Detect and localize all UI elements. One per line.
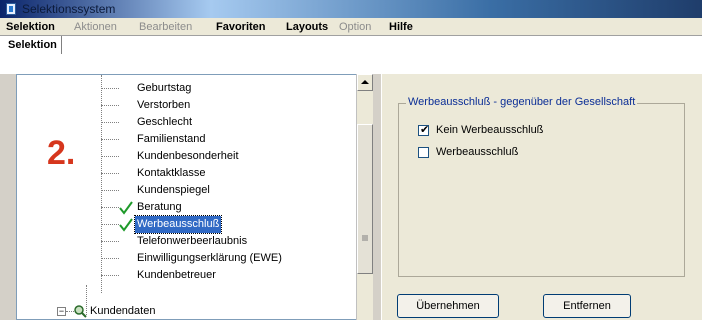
magnifier-icon [74,305,87,318]
tree-scrollbar[interactable] [356,74,373,320]
menu-layouts[interactable]: Layouts [286,21,328,33]
option-label: Werbeausschluß [436,146,519,158]
menu-hilfe[interactable]: Hilfe [389,21,413,33]
tree-guide-line [101,75,102,293]
checkmark-icon [119,201,133,215]
apply-button[interactable]: Übernehmen [397,294,499,318]
menu-bearbeiten[interactable]: Bearbeiten [139,21,192,33]
checkbox-checked[interactable]: ✔ [418,124,430,136]
scroll-up-button[interactable] [357,74,373,91]
arrow-up-icon [361,80,369,84]
collapse-toggle[interactable]: − [57,307,66,316]
menu-favoriten[interactable]: Favoriten [216,21,266,33]
tab-strip: Selektion [0,36,702,74]
app-icon [6,3,16,15]
menu-bar: Selektion Aktionen Bearbeiten Favoriten … [0,18,702,36]
window-title: Selektionssystem [22,2,116,16]
step-label: 2. [47,134,76,172]
selection-tree[interactable]: Geburtstag Verstorben Geschlecht Familie… [16,74,372,320]
grip-icon [362,235,368,241]
groupbox-title: Werbeausschluß - gegenüber der Gesellsch… [406,96,638,108]
scroll-thumb[interactable] [357,124,373,274]
menu-selektion[interactable]: Selektion [6,21,55,33]
menu-option[interactable]: Option [339,21,371,33]
tab-selektion[interactable]: Selektion [6,36,62,54]
checkmark-icon [119,218,133,232]
remove-button[interactable]: Entfernen [543,294,631,318]
menu-aktionen[interactable]: Aktionen [74,21,117,33]
option-label: Kein Werbeausschluß [436,124,544,136]
checkbox-unchecked[interactable] [418,147,429,158]
title-bar: Selektionssystem [0,0,702,18]
tree-node-kundendaten[interactable]: − Kundendaten [57,303,257,320]
check-icon: ✔ [420,124,430,136]
